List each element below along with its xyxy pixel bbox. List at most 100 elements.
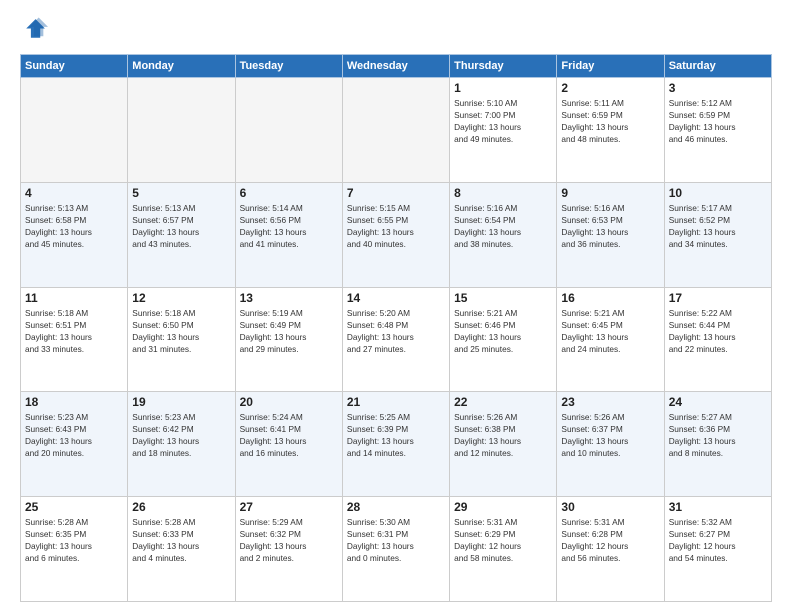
calendar-table: SundayMondayTuesdayWednesdayThursdayFrid… [20, 54, 772, 602]
calendar-body: 1 Sunrise: 5:10 AM Sunset: 7:00 PM Daylig… [21, 78, 772, 602]
day-info: Sunrise: 5:10 AM Sunset: 7:00 PM Dayligh… [454, 97, 552, 145]
week-row-2: 4 Sunrise: 5:13 AM Sunset: 6:58 PM Daylig… [21, 182, 772, 287]
calendar-cell: 3 Sunrise: 5:12 AM Sunset: 6:59 PM Daylig… [664, 78, 771, 183]
calendar-cell: 13 Sunrise: 5:19 AM Sunset: 6:49 PM Dayli… [235, 287, 342, 392]
calendar-cell: 14 Sunrise: 5:20 AM Sunset: 6:48 PM Dayli… [342, 287, 449, 392]
day-number: 27 [240, 500, 338, 514]
calendar-cell: 19Sunrise: 5:23 AM Sunset: 6:42 PM Dayli… [128, 392, 235, 497]
calendar-cell: 27 Sunrise: 5:29 AM Sunset: 6:32 PM Dayli… [235, 497, 342, 602]
day-info: Sunrise: 5:13 AM Sunset: 6:58 PM Dayligh… [25, 202, 123, 250]
day-number: 21 [347, 395, 445, 409]
day-info: Sunrise: 5:19 AM Sunset: 6:49 PM Dayligh… [240, 307, 338, 355]
day-number: 12 [132, 291, 230, 305]
day-info: Sunrise: 5:13 AM Sunset: 6:57 PM Dayligh… [132, 202, 230, 250]
day-number: 26 [132, 500, 230, 514]
day-info: Sunrise: 5:18 AM Sunset: 6:51 PM Dayligh… [25, 307, 123, 355]
day-info: Sunrise: 5:11 AM Sunset: 6:59 PM Dayligh… [561, 97, 659, 145]
day-info: Sunrise: 5:15 AM Sunset: 6:55 PM Dayligh… [347, 202, 445, 250]
calendar-cell [235, 78, 342, 183]
day-number: 2 [561, 81, 659, 95]
day-info: Sunrise: 5:27 AM Sunset: 6:36 PM Dayligh… [669, 411, 767, 459]
calendar-cell: 16Sunrise: 5:21 AM Sunset: 6:45 PM Dayli… [557, 287, 664, 392]
day-number: 31 [669, 500, 767, 514]
page: SundayMondayTuesdayWednesdayThursdayFrid… [0, 0, 792, 612]
day-info: Sunrise: 5:22 AM Sunset: 6:44 PM Dayligh… [669, 307, 767, 355]
weekday-header-monday: Monday [128, 55, 235, 78]
calendar-cell: 17 Sunrise: 5:22 AM Sunset: 6:44 PM Dayli… [664, 287, 771, 392]
weekday-header-sunday: Sunday [21, 55, 128, 78]
day-info: Sunrise: 5:20 AM Sunset: 6:48 PM Dayligh… [347, 307, 445, 355]
day-number: 20 [240, 395, 338, 409]
week-row-5: 25Sunrise: 5:28 AM Sunset: 6:35 PM Dayli… [21, 497, 772, 602]
day-number: 3 [669, 81, 767, 95]
calendar-cell: 5 Sunrise: 5:13 AM Sunset: 6:57 PM Daylig… [128, 182, 235, 287]
weekday-header-saturday: Saturday [664, 55, 771, 78]
calendar-cell: 23Sunrise: 5:26 AM Sunset: 6:37 PM Dayli… [557, 392, 664, 497]
calendar-cell: 4 Sunrise: 5:13 AM Sunset: 6:58 PM Daylig… [21, 182, 128, 287]
day-number: 28 [347, 500, 445, 514]
calendar-cell: 11 Sunrise: 5:18 AM Sunset: 6:51 PM Dayli… [21, 287, 128, 392]
day-info: Sunrise: 5:30 AM Sunset: 6:31 PM Dayligh… [347, 516, 445, 564]
day-number: 17 [669, 291, 767, 305]
calendar-cell: 9 Sunrise: 5:16 AM Sunset: 6:53 PM Daylig… [557, 182, 664, 287]
day-number: 24 [669, 395, 767, 409]
day-number: 18 [25, 395, 123, 409]
day-number: 5 [132, 186, 230, 200]
day-number: 8 [454, 186, 552, 200]
calendar-cell: 8 Sunrise: 5:16 AM Sunset: 6:54 PM Daylig… [450, 182, 557, 287]
weekday-header-tuesday: Tuesday [235, 55, 342, 78]
day-info: Sunrise: 5:28 AM Sunset: 6:33 PM Dayligh… [132, 516, 230, 564]
day-info: Sunrise: 5:12 AM Sunset: 6:59 PM Dayligh… [669, 97, 767, 145]
week-row-3: 11 Sunrise: 5:18 AM Sunset: 6:51 PM Dayli… [21, 287, 772, 392]
calendar-cell: 22 Sunrise: 5:26 AM Sunset: 6:38 PM Dayli… [450, 392, 557, 497]
day-info: Sunrise: 5:29 AM Sunset: 6:32 PM Dayligh… [240, 516, 338, 564]
day-number: 29 [454, 500, 552, 514]
logo-icon [20, 16, 48, 44]
header [20, 16, 772, 44]
calendar-cell: 18 Sunrise: 5:23 AM Sunset: 6:43 PM Dayli… [21, 392, 128, 497]
day-info: Sunrise: 5:16 AM Sunset: 6:53 PM Dayligh… [561, 202, 659, 250]
calendar-cell: 12Sunrise: 5:18 AM Sunset: 6:50 PM Dayli… [128, 287, 235, 392]
day-info: Sunrise: 5:24 AM Sunset: 6:41 PM Dayligh… [240, 411, 338, 459]
day-number: 7 [347, 186, 445, 200]
week-row-1: 1 Sunrise: 5:10 AM Sunset: 7:00 PM Daylig… [21, 78, 772, 183]
day-number: 22 [454, 395, 552, 409]
day-number: 11 [25, 291, 123, 305]
calendar-cell: 31Sunrise: 5:32 AM Sunset: 6:27 PM Dayli… [664, 497, 771, 602]
day-number: 4 [25, 186, 123, 200]
day-number: 10 [669, 186, 767, 200]
day-info: Sunrise: 5:31 AM Sunset: 6:29 PM Dayligh… [454, 516, 552, 564]
day-number: 1 [454, 81, 552, 95]
calendar-cell [21, 78, 128, 183]
calendar-cell: 6 Sunrise: 5:14 AM Sunset: 6:56 PM Daylig… [235, 182, 342, 287]
weekday-header-friday: Friday [557, 55, 664, 78]
calendar-cell: 26 Sunrise: 5:28 AM Sunset: 6:33 PM Dayli… [128, 497, 235, 602]
day-info: Sunrise: 5:31 AM Sunset: 6:28 PM Dayligh… [561, 516, 659, 564]
day-number: 14 [347, 291, 445, 305]
calendar-cell: 21 Sunrise: 5:25 AM Sunset: 6:39 PM Dayli… [342, 392, 449, 497]
calendar-cell: 20 Sunrise: 5:24 AM Sunset: 6:41 PM Dayli… [235, 392, 342, 497]
day-number: 23 [561, 395, 659, 409]
day-number: 13 [240, 291, 338, 305]
day-info: Sunrise: 5:14 AM Sunset: 6:56 PM Dayligh… [240, 202, 338, 250]
weekday-header-wednesday: Wednesday [342, 55, 449, 78]
day-info: Sunrise: 5:28 AM Sunset: 6:35 PM Dayligh… [25, 516, 123, 564]
day-info: Sunrise: 5:26 AM Sunset: 6:38 PM Dayligh… [454, 411, 552, 459]
day-info: Sunrise: 5:23 AM Sunset: 6:43 PM Dayligh… [25, 411, 123, 459]
day-number: 6 [240, 186, 338, 200]
calendar-cell [342, 78, 449, 183]
day-info: Sunrise: 5:25 AM Sunset: 6:39 PM Dayligh… [347, 411, 445, 459]
calendar-cell: 15 Sunrise: 5:21 AM Sunset: 6:46 PM Dayli… [450, 287, 557, 392]
day-number: 15 [454, 291, 552, 305]
day-info: Sunrise: 5:17 AM Sunset: 6:52 PM Dayligh… [669, 202, 767, 250]
day-info: Sunrise: 5:21 AM Sunset: 6:46 PM Dayligh… [454, 307, 552, 355]
calendar-cell [128, 78, 235, 183]
day-number: 9 [561, 186, 659, 200]
calendar-cell: 30Sunrise: 5:31 AM Sunset: 6:28 PM Dayli… [557, 497, 664, 602]
weekday-header-thursday: Thursday [450, 55, 557, 78]
week-row-4: 18 Sunrise: 5:23 AM Sunset: 6:43 PM Dayli… [21, 392, 772, 497]
day-info: Sunrise: 5:16 AM Sunset: 6:54 PM Dayligh… [454, 202, 552, 250]
logo [20, 16, 52, 44]
weekday-header-row: SundayMondayTuesdayWednesdayThursdayFrid… [21, 55, 772, 78]
calendar-cell: 1 Sunrise: 5:10 AM Sunset: 7:00 PM Daylig… [450, 78, 557, 183]
